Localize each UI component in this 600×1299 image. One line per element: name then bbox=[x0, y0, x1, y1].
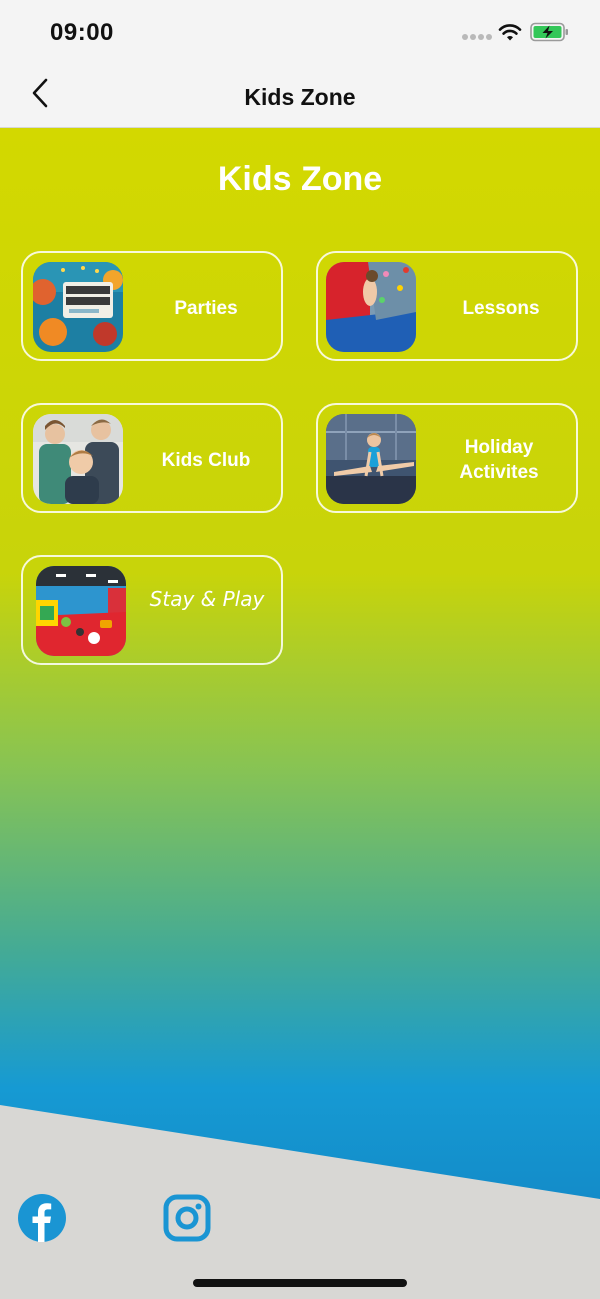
tile-holiday-activites[interactable]: Holiday Activites bbox=[316, 403, 578, 513]
page-title: Kids Zone bbox=[217, 160, 383, 198]
tile-stay-and-play[interactable]: Stay & Play bbox=[21, 555, 283, 665]
tile-label-stay-and-play: Stay & Play bbox=[149, 587, 265, 611]
tile-parties[interactable]: Parties bbox=[21, 251, 283, 361]
navigation-bar: Kids Zone bbox=[0, 66, 600, 128]
kids-group-photo bbox=[33, 414, 123, 504]
tile-kids-club[interactable]: Kids Club bbox=[21, 403, 283, 513]
soft-play-photo bbox=[36, 566, 126, 656]
birthday-party-photo bbox=[33, 262, 123, 352]
climbing-wall-photo bbox=[326, 262, 416, 352]
nav-title: Kids Zone bbox=[244, 84, 356, 110]
tile-label-holiday-line2: Activites bbox=[459, 462, 539, 483]
tile-lessons[interactable]: Lessons bbox=[316, 251, 578, 361]
status-time: 09:00 bbox=[50, 19, 114, 46]
tile-label-lessons: Lessons bbox=[462, 298, 540, 319]
facebook-icon[interactable] bbox=[17, 1193, 67, 1243]
wifi-icon bbox=[498, 24, 522, 41]
gymnast-photo bbox=[326, 414, 416, 504]
battery-charging-icon bbox=[530, 22, 568, 42]
home-indicator bbox=[193, 1279, 407, 1287]
instagram-icon[interactable] bbox=[163, 1194, 211, 1242]
status-bar: 09:00 bbox=[0, 0, 600, 66]
tile-label-holiday-line1: Holiday bbox=[464, 437, 534, 458]
tile-label-kids-club: Kids Club bbox=[161, 450, 251, 471]
main-content: Kids Zone Parties Lessons Kids Club Holi… bbox=[0, 128, 600, 1299]
cellular-signal-icon bbox=[462, 34, 492, 42]
tile-label-holiday-activites: Holiday Activites bbox=[424, 435, 574, 485]
tile-label-parties: Parties bbox=[174, 298, 238, 319]
